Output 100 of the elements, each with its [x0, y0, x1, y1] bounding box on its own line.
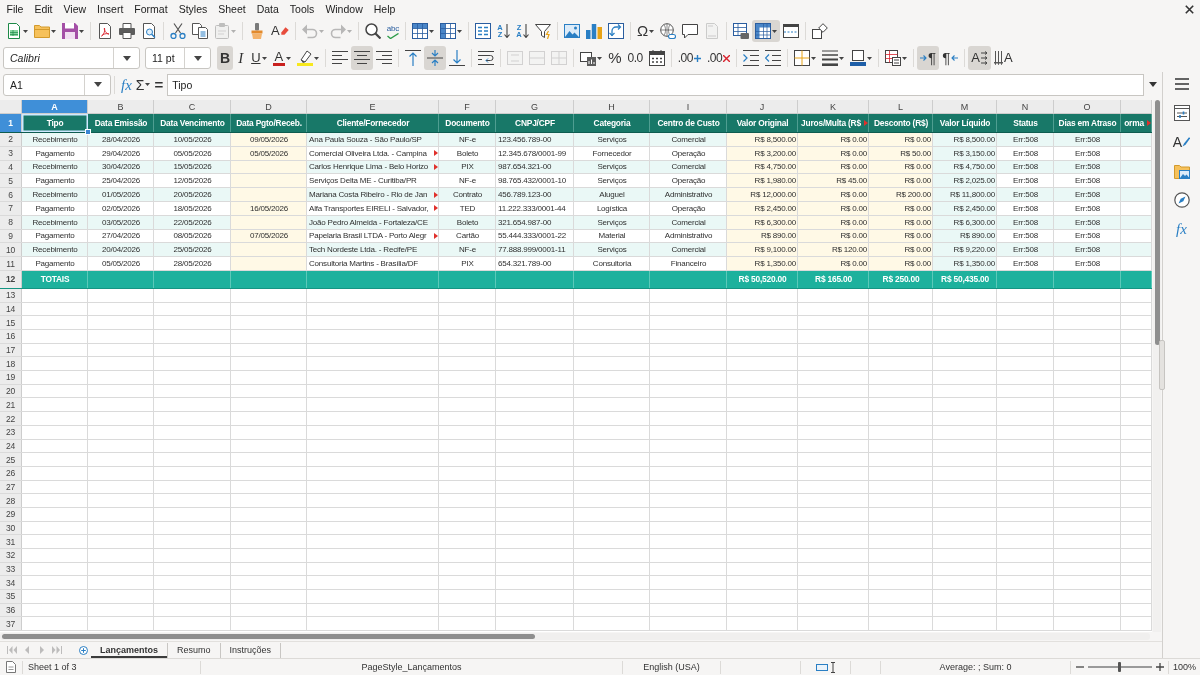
- row-header[interactable]: 5: [0, 174, 22, 188]
- language-label[interactable]: English (USA): [643, 662, 700, 672]
- horizontal-scrollbar[interactable]: [0, 633, 1150, 640]
- row-header[interactable]: 15: [0, 316, 22, 330]
- clear-formatting-button[interactable]: A: [268, 20, 292, 42]
- menu-item[interactable]: File: [1, 1, 29, 17]
- selected-cell[interactable]: Tipo: [22, 114, 88, 132]
- sum-button[interactable]: Σ: [133, 73, 153, 96]
- add-sheet-button[interactable]: [79, 645, 88, 655]
- column-header[interactable]: F: [439, 100, 496, 114]
- row-header[interactable]: 34: [0, 576, 22, 590]
- percent-button[interactable]: %: [605, 46, 625, 70]
- save-button[interactable]: [59, 20, 87, 42]
- align-center-button[interactable]: [351, 46, 374, 70]
- sheet-text: R$ 45.00: [836, 175, 867, 187]
- row-header[interactable]: 16: [0, 330, 22, 343]
- right-to-left-button[interactable]: ¶: [939, 46, 962, 70]
- menu-item[interactable]: Styles: [173, 1, 213, 17]
- print-button[interactable]: [116, 20, 138, 42]
- row-header[interactable]: 6: [0, 188, 22, 201]
- column-header[interactable]: I: [650, 100, 727, 114]
- sheet-text: Operação: [671, 175, 706, 187]
- column-header[interactable]: E: [307, 100, 439, 114]
- menu-item[interactable]: Format: [128, 1, 174, 17]
- functions-button[interactable]: fx: [1168, 217, 1195, 241]
- row-header[interactable]: 32: [0, 549, 22, 562]
- row-header[interactable]: 18: [0, 357, 22, 371]
- row-header[interactable]: 25: [0, 453, 22, 466]
- menu-item[interactable]: Window: [319, 1, 369, 17]
- fill-handle[interactable]: [85, 129, 91, 135]
- menu-item[interactable]: Insert: [91, 1, 129, 17]
- underline-button[interactable]: U: [248, 46, 270, 70]
- font-color-button[interactable]: A: [269, 46, 295, 70]
- menu-item[interactable]: Sheet: [212, 1, 252, 17]
- function-wizard-button[interactable]: fx: [119, 73, 134, 96]
- cut-button[interactable]: [167, 20, 189, 42]
- column-header[interactable]: B: [88, 100, 154, 114]
- sort-button[interactable]: [472, 20, 494, 42]
- styles-button[interactable]: A: [1168, 130, 1195, 154]
- left-to-right-button[interactable]: ¶: [917, 46, 940, 70]
- font-name-field[interactable]: Calibri: [3, 47, 140, 69]
- number-button[interactable]: 0.0: [624, 46, 646, 70]
- bold-button[interactable]: B: [217, 46, 234, 70]
- name-box-field[interactable]: A1: [3, 73, 111, 96]
- sheet-text: NF-e: [459, 175, 476, 187]
- row-header[interactable]: 11: [0, 257, 22, 270]
- column-header[interactable]: J: [727, 100, 798, 114]
- menu-item[interactable]: Help: [368, 1, 401, 17]
- vertical-text-button[interactable]: A: [990, 46, 1016, 70]
- column-header[interactable]: G: [496, 100, 574, 114]
- formula-input-field[interactable]: Tipo: [167, 73, 1144, 96]
- scrollbar-thumb[interactable]: [2, 634, 535, 639]
- menu-item[interactable]: View: [58, 1, 92, 17]
- sheet-tab[interactable]: Resumo: [168, 642, 221, 658]
- sheet-text: 03/05/2026: [101, 216, 140, 228]
- row-header[interactable]: 19: [0, 371, 22, 384]
- row-header[interactable]: 35: [0, 590, 22, 603]
- column-header[interactable]: D: [231, 100, 307, 114]
- row-header[interactable]: 31: [0, 535, 22, 549]
- close-icon[interactable]: [1185, 4, 1194, 14]
- sidebar-handle[interactable]: [1159, 340, 1165, 390]
- text-direction-button[interactable]: A: [968, 46, 991, 70]
- row-header[interactable]: 10: [0, 243, 22, 257]
- add-decimal-button[interactable]: .00: [674, 46, 704, 70]
- insert-rows-button[interactable]: [409, 20, 437, 42]
- formula-button[interactable]: =: [152, 73, 166, 96]
- freeze-rows-columns-button[interactable]: [752, 20, 781, 42]
- menu-item[interactable]: Tools: [284, 1, 320, 17]
- row-header[interactable]: 28: [0, 494, 22, 507]
- sheet-tab[interactable]: Instruções: [220, 642, 282, 658]
- column-header[interactable]: K: [798, 100, 869, 114]
- column-header[interactable]: N: [997, 100, 1054, 114]
- column-header[interactable]: L: [869, 100, 933, 114]
- sheet-tab[interactable]: Lançamentos: [91, 642, 169, 658]
- copy-button[interactable]: [189, 20, 211, 42]
- spelling-button[interactable]: abc: [383, 20, 402, 42]
- minus-icon[interactable]: [1075, 666, 1084, 668]
- pivot-table-button[interactable]: [605, 20, 627, 42]
- column-header[interactable]: O: [1054, 100, 1121, 114]
- zoom-percentage[interactable]: 100%: [1173, 662, 1196, 672]
- column-header[interactable]: C: [154, 100, 231, 114]
- column-header[interactable]: M: [933, 100, 997, 114]
- menu-item[interactable]: Edit: [28, 1, 58, 17]
- scrollbar-thumb[interactable]: [1154, 100, 1160, 345]
- delete-decimal-button[interactable]: .00: [703, 46, 734, 70]
- row-header[interactable]: 21: [0, 398, 22, 412]
- special-character-button[interactable]: Ω: [634, 20, 658, 42]
- column-header[interactable]: H: [574, 100, 650, 114]
- row-header[interactable]: 2: [0, 133, 22, 146]
- sheet-text: 15/05/2026: [173, 161, 212, 173]
- slider-thumb[interactable]: [1118, 662, 1121, 672]
- italic-button[interactable]: I: [233, 46, 249, 70]
- font-size-field[interactable]: 11 pt: [145, 47, 211, 69]
- center-vertically-button[interactable]: [424, 46, 447, 70]
- insert-columns-button[interactable]: [437, 20, 465, 42]
- plus-icon[interactable]: [1155, 663, 1164, 671]
- vertical-scrollbar[interactable]: [1153, 100, 1161, 632]
- row-header[interactable]: 22: [0, 412, 22, 425]
- row-header[interactable]: 37: [0, 617, 22, 631]
- menu-item[interactable]: Data: [251, 1, 285, 17]
